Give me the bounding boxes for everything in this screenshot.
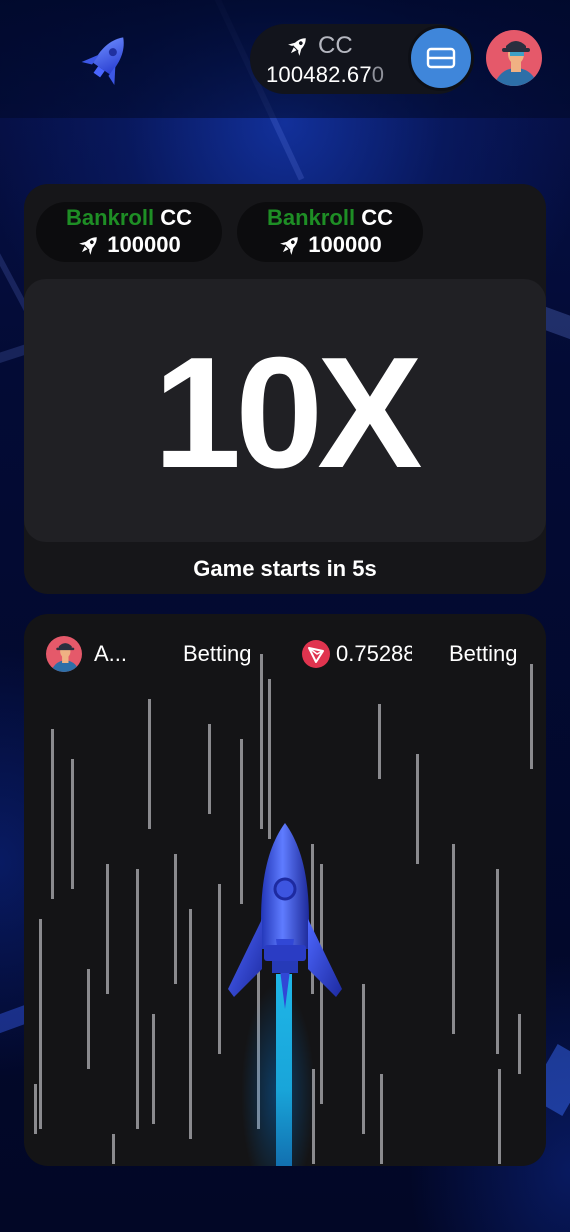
bankroll-pill: Bankroll CC 100000 <box>36 202 222 262</box>
wallet-balance-main: 100482.67 <box>266 62 372 87</box>
bet-state: Betting <box>183 641 252 666</box>
game-status: Game starts in 5s <box>193 556 377 581</box>
bet-amount: 0.75288 <box>336 641 412 666</box>
player-avatar <box>46 636 82 672</box>
wallet-balance: 100482.670 <box>266 62 390 88</box>
wallet-currency: CC <box>286 32 353 60</box>
bankroll-currency: CC <box>160 205 192 230</box>
bet-row-amount: 0.75288 <box>302 636 412 672</box>
wallet-currency-label: CC <box>318 32 353 59</box>
tron-icon <box>302 640 330 668</box>
rocket-icon <box>280 237 299 255</box>
bankroll-amount: 100000 <box>308 232 382 257</box>
bet-state: Betting <box>449 641 518 666</box>
bankroll-label: Bankroll <box>267 205 356 230</box>
bet-row-player: A... <box>46 636 127 672</box>
wallet-balance-tail: 0 <box>371 62 385 87</box>
bankroll-currency: CC <box>361 205 393 230</box>
rocket-icon <box>79 237 98 255</box>
bankroll-label: Bankroll <box>66 205 155 230</box>
user-avatar[interactable] <box>486 30 542 86</box>
card-icon <box>426 47 456 69</box>
multiplier-display: 10X <box>24 279 546 542</box>
game-animation-panel <box>24 614 546 1166</box>
rocket-logo-icon[interactable] <box>64 30 148 94</box>
bankroll-amount: 100000 <box>107 232 181 257</box>
wallet-button[interactable] <box>408 25 474 91</box>
rocket-icon <box>288 38 306 56</box>
player-name: A... <box>94 641 128 666</box>
rocket-icon <box>228 823 342 1009</box>
multiplier-value: 10X <box>153 325 422 501</box>
bankroll-pill: Bankroll CC 100000 <box>237 202 423 262</box>
